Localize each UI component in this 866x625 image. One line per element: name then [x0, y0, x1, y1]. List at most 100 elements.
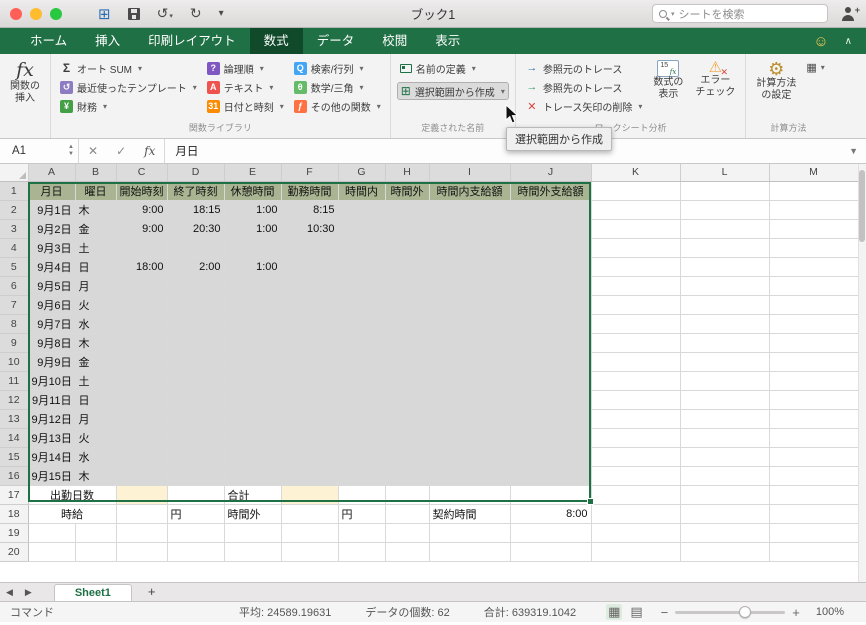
vertical-scrollbar[interactable]: [858, 164, 866, 582]
cell-M17[interactable]: [769, 485, 859, 505]
cell-B8[interactable]: 水: [75, 314, 117, 334]
col-header-D[interactable]: D: [167, 164, 225, 182]
cell-D17[interactable]: [167, 485, 225, 505]
cell-F9[interactable]: [281, 333, 339, 353]
cell-M6[interactable]: [769, 276, 859, 296]
cell-F15[interactable]: [281, 447, 339, 467]
col-header-L[interactable]: L: [680, 164, 770, 182]
col-header-F[interactable]: F: [281, 164, 339, 182]
cell-H12[interactable]: [385, 390, 430, 410]
cell-E10[interactable]: [224, 352, 282, 372]
cell-K16[interactable]: [591, 466, 681, 486]
cell-J2[interactable]: [510, 200, 592, 220]
cell-I5[interactable]: [429, 257, 511, 277]
cell-I11[interactable]: [429, 371, 511, 391]
cell-H5[interactable]: [385, 257, 430, 277]
financial-button[interactable]: ¥ 財務 ▾: [57, 97, 200, 115]
cell-C3[interactable]: 9:00: [116, 219, 168, 239]
share-person-icon[interactable]: +: [840, 5, 860, 21]
row-header-9[interactable]: 9: [0, 333, 29, 353]
cell-F19[interactable]: [281, 523, 339, 543]
cell-A2[interactable]: 9月1日: [28, 200, 76, 220]
cell-F12[interactable]: [281, 390, 339, 410]
customize-toolbar-chevron-icon[interactable]: ▾: [219, 8, 224, 19]
cell-J5[interactable]: [510, 257, 592, 277]
cell-L14[interactable]: [680, 428, 770, 448]
row-header-3[interactable]: 3: [0, 219, 29, 239]
recent-functions-button[interactable]: ↺ 最近使ったテンプレート ▾: [57, 78, 200, 96]
cell-K14[interactable]: [591, 428, 681, 448]
zoom-in-button[interactable]: +: [792, 606, 800, 619]
name-box[interactable]: A1 ▲ ▼: [0, 139, 78, 163]
cell-G7[interactable]: [338, 295, 386, 315]
cell-K11[interactable]: [591, 371, 681, 391]
col-header-G[interactable]: G: [338, 164, 386, 182]
cell-H19[interactable]: [385, 523, 430, 543]
cell-C20[interactable]: [116, 542, 168, 562]
cell-J12[interactable]: [510, 390, 592, 410]
cell-A3[interactable]: 9月2日: [28, 219, 76, 239]
cell-C9[interactable]: [116, 333, 168, 353]
cell-H13[interactable]: [385, 409, 430, 429]
cell-L8[interactable]: [680, 314, 770, 334]
cell-A17[interactable]: 出勤日数: [28, 485, 117, 505]
insert-function-fx-button[interactable]: fx: [135, 144, 164, 158]
row-header-18[interactable]: 18: [0, 504, 29, 524]
cell-J18[interactable]: 8:00: [510, 504, 592, 524]
cell-J6[interactable]: [510, 276, 592, 296]
feedback-smiley-icon[interactable]: ☺: [813, 34, 828, 49]
cell-L18[interactable]: [680, 504, 770, 524]
row-header-14[interactable]: 14: [0, 428, 29, 448]
cell-B7[interactable]: 火: [75, 295, 117, 315]
cell-M18[interactable]: [769, 504, 859, 524]
row-header-15[interactable]: 15: [0, 447, 29, 467]
cell-A7[interactable]: 9月6日: [28, 295, 76, 315]
cell-K8[interactable]: [591, 314, 681, 334]
cell-C12[interactable]: [116, 390, 168, 410]
cell-I19[interactable]: [429, 523, 511, 543]
cell-M14[interactable]: [769, 428, 859, 448]
cell-B3[interactable]: 金: [75, 219, 117, 239]
cell-L16[interactable]: [680, 466, 770, 486]
cell-M12[interactable]: [769, 390, 859, 410]
cell-K9[interactable]: [591, 333, 681, 353]
cell-B4[interactable]: 土: [75, 238, 117, 258]
cell-C1[interactable]: 開始時刻: [116, 181, 168, 201]
cell-D18[interactable]: 円: [167, 504, 225, 524]
cell-B16[interactable]: 木: [75, 466, 117, 486]
cell-G2[interactable]: [338, 200, 386, 220]
cell-H20[interactable]: [385, 542, 430, 562]
cell-H16[interactable]: [385, 466, 430, 486]
remove-arrows-button[interactable]: ✕ トレース矢印の削除 ▾: [522, 97, 646, 115]
cell-C11[interactable]: [116, 371, 168, 391]
zoom-out-button[interactable]: −: [661, 606, 669, 619]
cell-L20[interactable]: [680, 542, 770, 562]
row-header-19[interactable]: 19: [0, 523, 29, 543]
cell-C10[interactable]: [116, 352, 168, 372]
cell-C5[interactable]: 18:00: [116, 257, 168, 277]
cell-M5[interactable]: [769, 257, 859, 277]
confirm-entry-button[interactable]: ✓: [107, 144, 135, 158]
cell-I17[interactable]: [429, 485, 511, 505]
cell-L11[interactable]: [680, 371, 770, 391]
col-header-M[interactable]: M: [769, 164, 859, 182]
cell-I14[interactable]: [429, 428, 511, 448]
cell-G4[interactable]: [338, 238, 386, 258]
cell-H7[interactable]: [385, 295, 430, 315]
cell-D4[interactable]: [167, 238, 225, 258]
more-functions-button[interactable]: ƒ その他の関数 ▾: [291, 97, 384, 115]
cell-D9[interactable]: [167, 333, 225, 353]
select-all-button[interactable]: [0, 164, 29, 182]
calculation-options-button[interactable]: ⚙ 計算方法 の設定: [752, 59, 800, 103]
cell-H8[interactable]: [385, 314, 430, 334]
cell-L4[interactable]: [680, 238, 770, 258]
cell-C19[interactable]: [116, 523, 168, 543]
cell-F11[interactable]: [281, 371, 339, 391]
autosum-button[interactable]: Σ オート SUM ▾: [57, 59, 200, 77]
cell-F6[interactable]: [281, 276, 339, 296]
cell-E16[interactable]: [224, 466, 282, 486]
cell-G3[interactable]: [338, 219, 386, 239]
cell-G8[interactable]: [338, 314, 386, 334]
cell-J16[interactable]: [510, 466, 592, 486]
cell-I20[interactable]: [429, 542, 511, 562]
